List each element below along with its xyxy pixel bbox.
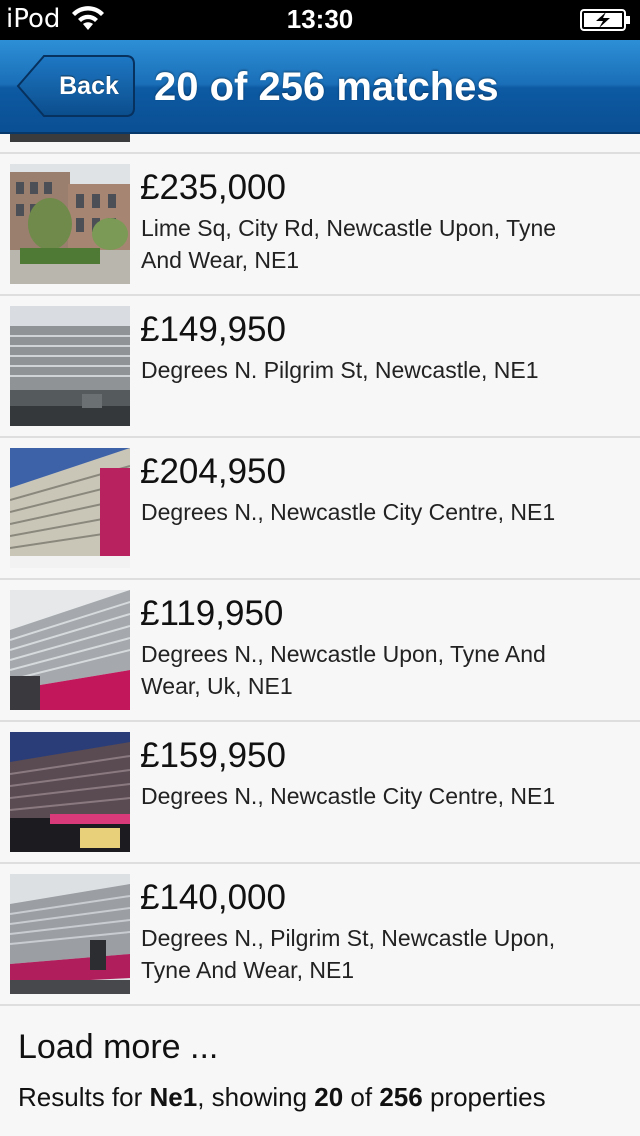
status-bar: iPod 13:30	[0, 0, 640, 40]
back-button[interactable]: Back	[16, 54, 136, 118]
listing-price: £159,950	[140, 736, 286, 775]
listing-address: Degrees N., Newcastle Upon, Tyne And Wea…	[141, 641, 546, 699]
listing-price: £149,950	[140, 310, 286, 349]
listing-address: Degrees N., Newcastle City Centre, NE1	[141, 499, 556, 525]
property-photo	[10, 448, 130, 568]
list-item-partial[interactable]	[0, 134, 640, 154]
list-item[interactable]: £149,950 Degrees N. Pilgrim St, Newcastl…	[0, 296, 640, 438]
results-total-count: 256	[379, 1082, 423, 1112]
results-shown-count: 20	[314, 1082, 344, 1112]
results-summary: Results for Ne1, showing 20 of 256 prope…	[18, 1082, 546, 1113]
listing-address: Lime Sq, City Rd, Newcastle Upon, Tyne A…	[141, 215, 557, 273]
navigation-bar: Back 20 of 256 matches	[0, 40, 640, 134]
list-item[interactable]: £159,950 Degrees N., Newcastle City Cent…	[0, 722, 640, 864]
listing-address: Degrees N. Pilgrim St, Newcastle, NE1	[141, 357, 539, 383]
battery-charging-icon	[580, 9, 630, 31]
back-button-label: Back	[59, 72, 119, 100]
page-title: 20 of 256 matches	[154, 65, 499, 109]
listing-price: £140,000	[140, 878, 286, 917]
load-more-button[interactable]: Load more ...	[18, 1028, 218, 1067]
property-photo	[10, 164, 130, 284]
listing-price: £235,000	[140, 168, 286, 207]
list-item[interactable]: £235,000 Lime Sq, City Rd, Newcastle Upo…	[0, 154, 640, 296]
clock: 13:30	[286, 4, 354, 34]
list-item[interactable]: £204,950 Degrees N., Newcastle City Cent…	[0, 438, 640, 580]
results-middle: , showing	[197, 1082, 315, 1112]
list-item[interactable]: £140,000 Degrees N., Pilgrim St, Newcast…	[0, 864, 640, 1006]
list-footer: Load more ... Results for Ne1, showing 2…	[0, 1006, 640, 1136]
property-photo	[10, 590, 130, 710]
property-photo	[10, 134, 130, 142]
results-of: of	[343, 1082, 380, 1112]
listing-price: £204,950	[140, 452, 286, 491]
results-suffix: properties	[422, 1082, 546, 1112]
property-photo	[10, 874, 130, 994]
listing-address: Degrees N., Pilgrim St, Newcastle Upon, …	[141, 925, 556, 983]
property-photo	[10, 732, 130, 852]
results-prefix: Results for	[18, 1082, 150, 1112]
property-photo	[10, 306, 130, 426]
listing-address: Degrees N., Newcastle City Centre, NE1	[141, 783, 556, 809]
list-item[interactable]: £119,950 Degrees N., Newcastle Upon, Tyn…	[0, 580, 640, 722]
results-list: £235,000 Lime Sq, City Rd, Newcastle Upo…	[0, 134, 640, 1006]
listing-price: £119,950	[140, 594, 284, 633]
results-query: Ne1	[149, 1082, 198, 1112]
